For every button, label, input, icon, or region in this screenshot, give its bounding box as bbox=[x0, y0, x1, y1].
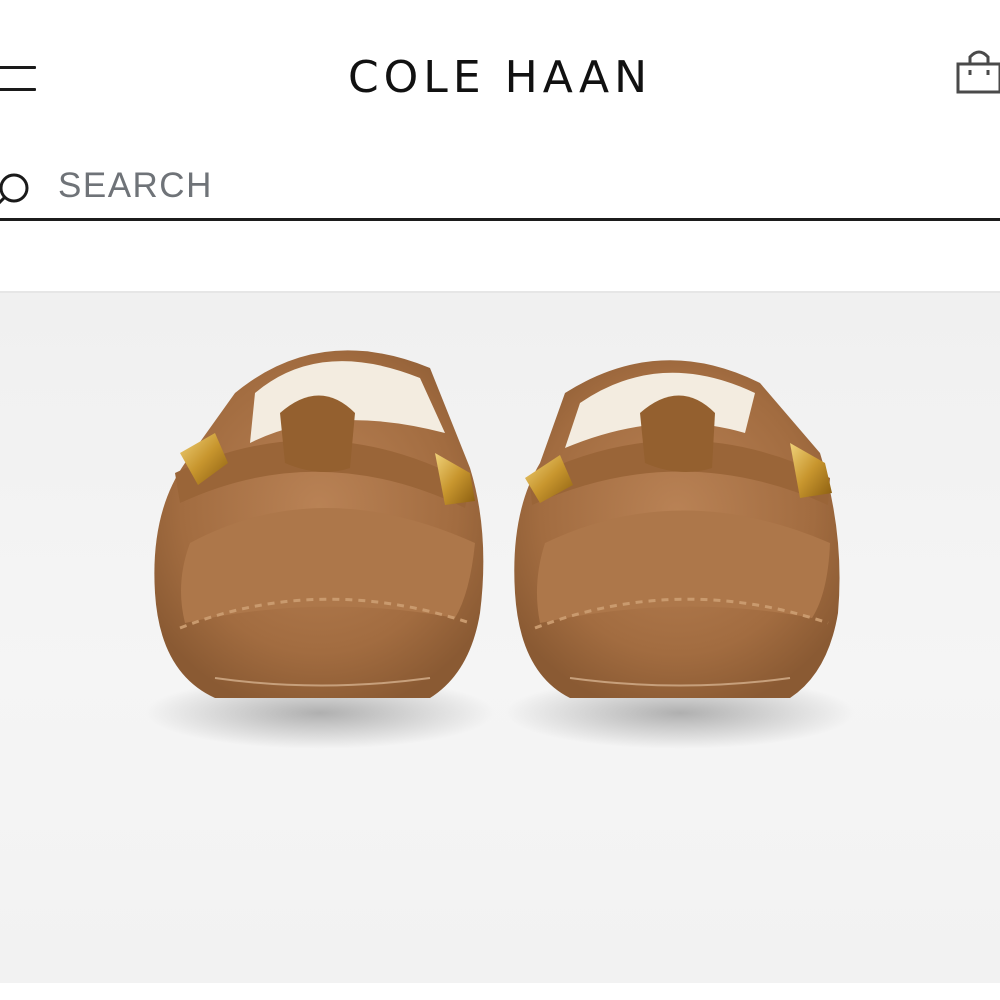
left-slipper bbox=[154, 350, 484, 698]
bottom-strip bbox=[0, 983, 1000, 1000]
brand-logo[interactable]: COLE HAAN bbox=[0, 52, 1000, 103]
filter-spacer bbox=[0, 221, 1000, 293]
product-image[interactable] bbox=[0, 293, 1000, 983]
search-icon[interactable] bbox=[0, 168, 30, 208]
shopping-bag-icon[interactable] bbox=[952, 48, 1000, 98]
search-input[interactable]: SEARCH bbox=[58, 166, 213, 206]
right-slipper bbox=[514, 360, 840, 698]
moccasin-slippers-image bbox=[145, 350, 855, 749]
site-header: COLE HAAN bbox=[0, 0, 1000, 150]
